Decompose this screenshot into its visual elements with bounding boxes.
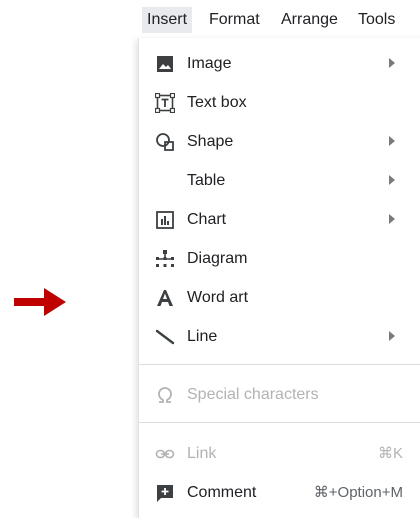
- diagram-icon: [156, 250, 174, 267]
- omega-icon: [158, 387, 172, 403]
- arrow-right-icon: [14, 288, 66, 316]
- submenu-arrow-icon: [389, 175, 395, 185]
- link-icon: [155, 449, 175, 459]
- menu-item-word-art[interactable]: Word art: [139, 281, 420, 315]
- menu-item-chart[interactable]: Chart: [139, 203, 420, 237]
- shortcut-hint: ⌘K: [377, 445, 403, 462]
- submenu-arrow-icon: [389, 214, 395, 224]
- image-icon: [157, 56, 173, 72]
- menu-item-label: Comment: [187, 484, 257, 501]
- menu-item-diagram[interactable]: Diagram: [139, 242, 420, 276]
- menu-divider: [139, 422, 420, 423]
- menu-item-label: Line: [187, 328, 218, 345]
- menu-tools[interactable]: Tools: [353, 7, 400, 33]
- menu-insert[interactable]: Insert: [142, 7, 193, 33]
- word-art-icon: [157, 290, 173, 306]
- menu-arrange[interactable]: Arrange: [276, 7, 343, 33]
- shape-icon: [156, 133, 174, 151]
- menu-bar: Insert Format Arrange Tools: [138, 0, 420, 38]
- submenu-arrow-icon: [389, 58, 395, 68]
- menu-item-special-characters: Special characters: [139, 378, 420, 412]
- menu-item-label: Chart: [187, 211, 227, 228]
- menu-item-table[interactable]: Table: [139, 164, 420, 198]
- menu-item-label: Special characters: [187, 386, 319, 403]
- menu-format[interactable]: Format: [204, 7, 265, 33]
- chart-icon: [156, 211, 174, 229]
- text-box-icon: [155, 93, 175, 113]
- menu-item-label: Image: [187, 55, 232, 72]
- submenu-arrow-icon: [389, 136, 395, 146]
- menu-item-label: Shape: [187, 133, 234, 150]
- menu-item-label: Table: [187, 172, 226, 189]
- menu-item-text-box[interactable]: Text box: [139, 86, 420, 120]
- insert-menu-dropdown: Image Text box Shape Table Chart Diagram…: [138, 38, 420, 518]
- menu-item-label: Text box: [187, 94, 247, 111]
- menu-divider: [139, 364, 420, 365]
- line-icon: [155, 329, 175, 345]
- menu-item-shape[interactable]: Shape: [139, 125, 420, 159]
- menu-item-label: Diagram: [187, 250, 248, 267]
- menu-item-image[interactable]: Image: [139, 47, 420, 81]
- menu-item-link: Link ⌘K: [139, 437, 420, 471]
- comment-icon: [157, 485, 173, 502]
- menu-item-label: Link: [187, 445, 217, 462]
- submenu-arrow-icon: [389, 331, 395, 341]
- shortcut-hint: ⌘+Option+M: [313, 484, 403, 501]
- menu-item-line[interactable]: Line: [139, 320, 420, 354]
- menu-item-comment[interactable]: Comment ⌘+Option+M: [139, 476, 420, 510]
- menu-item-label: Word art: [187, 289, 249, 306]
